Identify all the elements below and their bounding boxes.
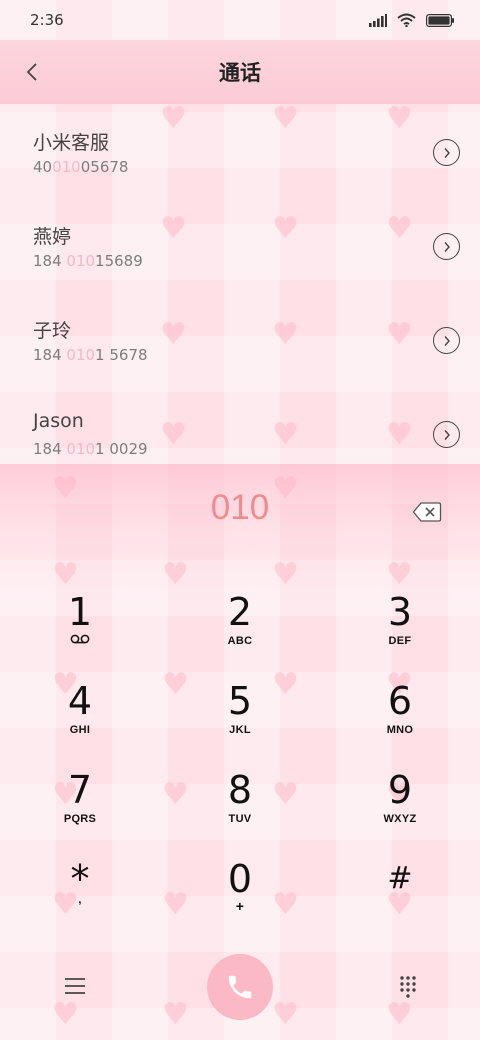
number-suffix: 15689	[95, 252, 143, 270]
app-header: 通话	[0, 40, 480, 104]
contact-name: 子玲	[33, 320, 72, 342]
key-9[interactable]: 9 WXYZ	[340, 769, 460, 841]
contact-item[interactable]: 燕婷 184 01015689	[0, 198, 480, 292]
chevron-right-icon	[443, 335, 450, 346]
contact-suggestion-list: 小米客服 4001005678 燕婷 184 01015689 子玲 184 0…	[0, 104, 480, 464]
chevron-left-icon	[26, 63, 37, 81]
number-prefix: 184	[33, 346, 67, 364]
number-suffix: 05678	[80, 158, 129, 176]
status-bar: 2:36	[0, 0, 480, 40]
wifi-icon	[397, 13, 416, 27]
number-prefix: 184	[33, 440, 67, 458]
number-match-highlight: 010	[66, 252, 96, 270]
chevron-right-icon	[443, 147, 450, 158]
back-button[interactable]	[14, 54, 50, 90]
key-4[interactable]: 4 GHI	[20, 680, 140, 752]
number-match-highlight: 010	[66, 346, 96, 364]
key-8[interactable]: 8 TUV	[180, 769, 300, 841]
key-letters: ABC	[227, 635, 253, 647]
contact-name: Jason	[33, 410, 84, 432]
number-prefix: 40	[33, 158, 53, 176]
contact-name: 燕婷	[33, 226, 72, 248]
key-letters: GHI	[69, 724, 91, 736]
chevron-right-icon	[443, 429, 450, 440]
key-5[interactable]: 5 JKL	[180, 680, 300, 752]
key-digit: 9	[387, 768, 413, 812]
chevron-right-icon	[443, 241, 450, 252]
contact-detail-button[interactable]	[433, 139, 460, 166]
key-hash[interactable]: #	[340, 858, 460, 930]
key-3[interactable]: 3 DEF	[340, 591, 460, 663]
key-letters: WXYZ	[383, 813, 417, 825]
key-6[interactable]: 6 MNO	[340, 680, 460, 752]
call-button[interactable]	[207, 954, 273, 1020]
key-letters: ,	[78, 894, 82, 906]
contact-detail-button[interactable]	[433, 233, 460, 260]
key-letters: DEF	[388, 635, 412, 647]
contact-name: 小米客服	[33, 132, 110, 154]
phone-icon	[228, 975, 252, 999]
key-digit: 7	[67, 768, 93, 812]
battery-icon	[426, 13, 454, 27]
key-digit: 1	[67, 590, 93, 634]
signal-icon	[369, 13, 387, 27]
number-suffix: 1 0029	[95, 440, 148, 458]
number-match-highlight: 010	[66, 440, 96, 458]
key-letters: PQRS	[63, 813, 97, 825]
keypad-toggle-button[interactable]	[397, 975, 419, 999]
key-digit: 8	[227, 768, 253, 812]
number-prefix: 184	[33, 252, 67, 270]
contact-number: 184 0101 0029	[33, 440, 480, 458]
key-digit: 5	[227, 679, 253, 723]
key-2[interactable]: 2 ABC	[180, 591, 300, 663]
key-digit: 4	[67, 679, 93, 723]
number-match-highlight: 010	[52, 158, 81, 176]
dialpad-icon	[400, 976, 416, 998]
number-suffix: 1 5678	[95, 346, 148, 364]
key-digit: 3	[387, 590, 413, 634]
backspace-button[interactable]	[412, 501, 442, 523]
key-digit: 2	[227, 590, 253, 634]
contact-detail-button[interactable]	[433, 421, 460, 448]
page-title: 通话	[219, 61, 261, 85]
key-letters: MNO	[386, 724, 414, 736]
key-digit: #	[387, 861, 413, 896]
contact-detail-button[interactable]	[433, 327, 460, 354]
status-time: 2:36	[30, 11, 64, 29]
key-letters: JKL	[229, 724, 251, 736]
key-1[interactable]: 1	[20, 591, 140, 663]
key-letters: +	[235, 898, 245, 914]
contact-number: 4001005678	[33, 158, 480, 176]
menu-icon	[65, 978, 85, 994]
contact-number: 184 0101 5678	[33, 346, 480, 364]
contact-item[interactable]: 小米客服 4001005678	[0, 104, 480, 198]
menu-button[interactable]	[64, 975, 86, 997]
status-icons	[369, 13, 454, 27]
key-0[interactable]: 0 +	[180, 858, 300, 930]
key-7[interactable]: 7 PQRS	[20, 769, 140, 841]
contact-item[interactable]: 子玲 184 0101 5678	[0, 292, 480, 386]
backspace-icon	[412, 502, 442, 522]
key-digit: 0	[227, 857, 253, 901]
key-star[interactable]: * ,	[20, 858, 140, 930]
contact-number: 184 01015689	[33, 252, 480, 270]
key-digit: 6	[387, 679, 413, 723]
key-letters: TUV	[228, 813, 252, 825]
dialed-number-display[interactable]: 010	[0, 488, 480, 528]
voicemail-icon	[70, 634, 90, 644]
